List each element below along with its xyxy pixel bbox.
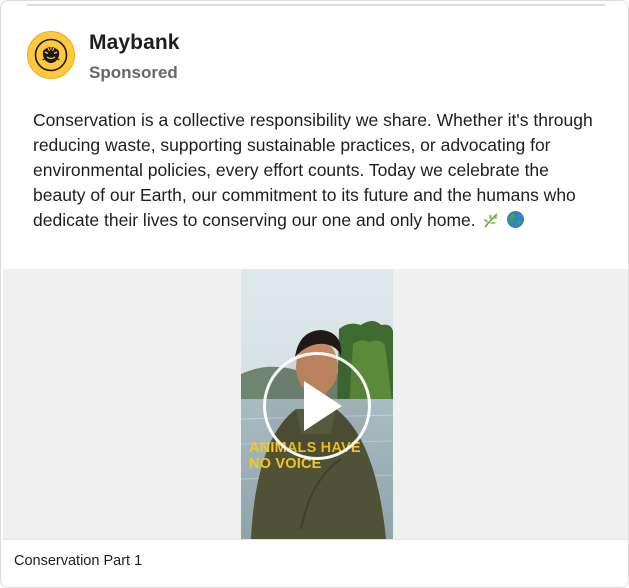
herb-icon [482, 211, 500, 236]
top-divider [27, 4, 605, 6]
post-body-text: Conservation is a collective responsibil… [33, 108, 605, 236]
video-caption: Conservation Part 1 [14, 553, 143, 569]
play-button[interactable] [263, 352, 371, 460]
maybank-logo-avatar[interactable] [27, 31, 75, 79]
sponsored-label[interactable]: Sponsored [89, 63, 178, 83]
media-container: ANIMALS HAVE NO VOICE [3, 269, 628, 539]
brand-name[interactable]: Maybank [89, 31, 180, 55]
video-player[interactable]: ANIMALS HAVE NO VOICE [241, 269, 393, 539]
play-icon [304, 381, 342, 431]
globe-icon [506, 210, 525, 236]
caption-bar[interactable]: Conservation Part 1 [3, 539, 628, 587]
ad-post-card: Maybank Sponsored Conservation is a coll… [0, 0, 629, 588]
tiger-head-icon [34, 38, 68, 72]
